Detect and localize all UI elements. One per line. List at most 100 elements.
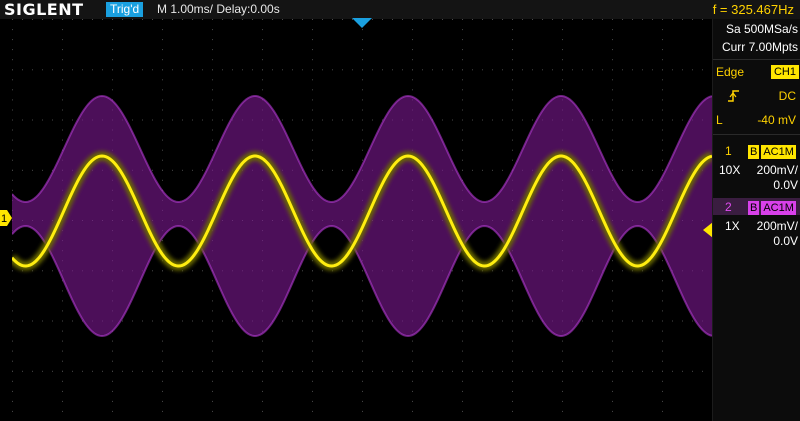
grid-dot — [572, 19, 573, 20]
grid-dot — [562, 360, 563, 362]
grid-dot — [62, 390, 63, 392]
grid-dot — [682, 69, 683, 71]
grid-dot — [212, 310, 213, 312]
grid-dot — [82, 370, 83, 372]
grid-dot — [142, 320, 143, 322]
grid-dot — [562, 29, 563, 31]
grid-dot — [212, 129, 213, 131]
grid-dot — [362, 149, 363, 151]
grid-dot — [372, 370, 373, 372]
grid-dot — [412, 410, 413, 412]
grid-dot — [472, 169, 473, 171]
grid-dot — [522, 119, 523, 121]
ch2-offset: 0.0V — [773, 234, 798, 248]
grid-dot — [692, 370, 693, 372]
grid-dot — [212, 340, 213, 342]
grid-dot — [172, 119, 173, 121]
grid-dot — [362, 159, 363, 161]
trigger-type-row[interactable]: Edge CH1 — [713, 64, 800, 80]
grid-dot — [462, 310, 463, 312]
grid-dot — [162, 119, 163, 121]
grid-dot — [62, 59, 63, 61]
waveform-display[interactable] — [12, 19, 712, 421]
grid-dot — [12, 340, 13, 342]
grid-dot — [212, 59, 213, 61]
grid-dot — [212, 390, 213, 392]
trigger-status-badge[interactable]: Trig'd — [106, 2, 144, 17]
grid-dot — [422, 19, 423, 20]
grid-dot — [122, 320, 123, 322]
grid-dot — [512, 320, 513, 322]
grid-dot — [152, 270, 153, 272]
ch1-vdiv: 200mV/ — [756, 163, 798, 177]
grid-dot — [642, 370, 643, 372]
grid-dot — [462, 390, 463, 392]
grid-dot — [12, 280, 13, 282]
grid-dot — [362, 290, 363, 292]
grid-dot — [622, 370, 623, 372]
grid-dot — [632, 19, 633, 20]
ch1-header[interactable]: 1 B AC1M — [713, 143, 800, 159]
grid-dot — [642, 320, 643, 322]
grid-dot — [182, 19, 183, 20]
grid-dot — [262, 380, 263, 382]
grid-dot — [512, 19, 513, 20]
grid-dot — [462, 340, 463, 342]
grid-dot — [12, 79, 13, 81]
trigger-position-icon[interactable] — [352, 18, 372, 28]
grid-dot — [622, 19, 623, 20]
grid-dot — [512, 360, 513, 362]
grid-dot — [112, 59, 113, 61]
grid-dot — [212, 119, 213, 121]
grid-dot — [652, 69, 653, 71]
grid-dot — [462, 129, 463, 131]
grid-dot — [112, 370, 113, 372]
grid-dot — [512, 410, 513, 412]
grid-dot — [162, 159, 163, 161]
grid-dot — [22, 69, 23, 71]
grid-dot — [162, 49, 163, 51]
grid-dot — [202, 169, 203, 171]
grid-dot — [12, 320, 13, 322]
trigger-slope-row[interactable]: DC — [713, 88, 800, 104]
grid-dot — [372, 119, 373, 121]
grid-dot — [12, 390, 13, 392]
grid-dot — [162, 370, 163, 372]
timebase-readout[interactable]: M 1.00ms/ Delay:0.00s — [157, 0, 280, 19]
grid-dot — [452, 19, 453, 20]
grid-dot — [702, 69, 703, 71]
grid-dot — [312, 39, 313, 41]
grid-dot — [622, 320, 623, 322]
grid-dot — [192, 119, 193, 121]
ch1-coupling: AC1M — [761, 145, 796, 159]
grid-dot — [322, 270, 323, 272]
trigger-level-row[interactable]: L -40 mV — [713, 112, 800, 128]
grid-dot — [312, 350, 313, 352]
grid-dot — [662, 109, 663, 111]
grid-dot — [662, 49, 663, 51]
grid-dot — [312, 109, 313, 111]
grid-dot — [282, 320, 283, 322]
grid-dot — [422, 69, 423, 71]
grid-dot — [442, 320, 443, 322]
grid-dot — [212, 370, 213, 372]
grid-dot — [512, 159, 513, 161]
grid-dot — [392, 69, 393, 71]
grid-dot — [512, 310, 513, 312]
grid-dot — [702, 370, 703, 372]
grid-dot — [512, 39, 513, 41]
grid-dot — [662, 370, 663, 372]
grid-dot — [42, 69, 43, 71]
grid-dot — [262, 390, 263, 392]
waveform-canvas[interactable] — [12, 19, 712, 421]
grid-dot — [432, 320, 433, 322]
grid-dot — [522, 320, 523, 322]
grid-dot — [312, 69, 313, 71]
grid-dot — [62, 400, 63, 402]
trigger-source-badge[interactable]: CH1 — [770, 65, 799, 79]
ch1-ground-marker[interactable]: 1 — [0, 210, 12, 226]
grid-dot — [572, 370, 573, 372]
grid-dot — [482, 69, 483, 71]
grid-dot — [612, 139, 613, 141]
ch2-header[interactable]: 2 B AC1M — [713, 199, 800, 215]
